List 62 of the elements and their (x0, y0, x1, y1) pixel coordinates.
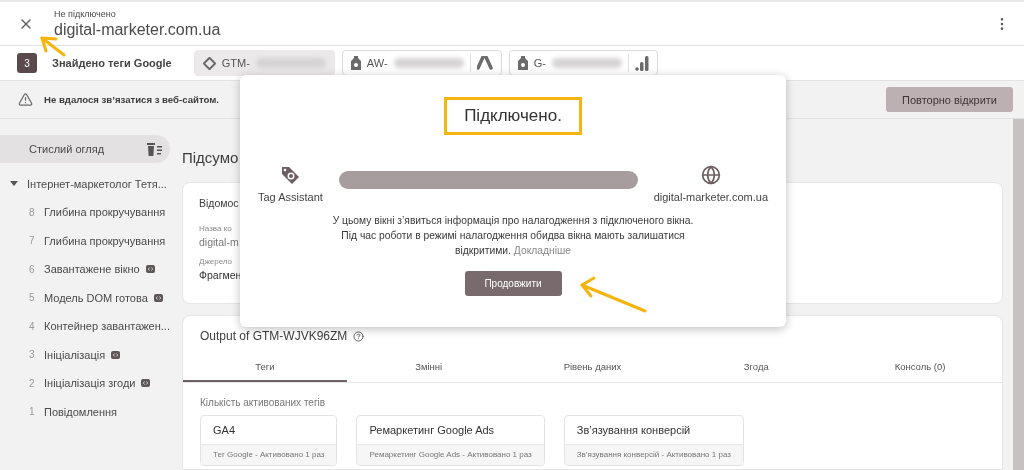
bar-chart-icon (634, 55, 649, 71)
tag-chip[interactable]: G- (508, 50, 658, 76)
warning-message: Не вдалося зв’язатися з веб-сайтом. (44, 94, 220, 105)
tag-detail: Ремаркетинг Google Ads - Активовано 1 раз (357, 444, 544, 465)
field-label: Назва ко (199, 224, 232, 233)
help-icon[interactable] (353, 330, 365, 342)
tag-name: GA4 (212, 423, 236, 438)
scrollbar[interactable] (1013, 119, 1024, 470)
reopen-button[interactable]: Повторно відкрити (886, 87, 1013, 112)
fired-tag-card[interactable]: Ремаркетинг Google Ads Ремаркетинг Google Ads - Активовано 1 раз (356, 415, 545, 466)
field-value: digital-m (199, 236, 239, 248)
output-tab[interactable]: Теги (183, 352, 347, 382)
tree-node[interactable]: Інтернет-маркетолог Тетя... (0, 170, 182, 198)
warning-icon (18, 92, 33, 107)
tag-icon (517, 56, 528, 70)
tag-name: Ремаркетинг Google Ads (368, 423, 496, 438)
caret-icon[interactable] (10, 181, 18, 187)
tag-chip[interactable]: GTM- (193, 50, 335, 76)
site-domain: digital-marketer.com.ua (54, 20, 222, 39)
event-item[interactable]: 5 Модель DOM готова (0, 283, 182, 312)
diamond-icon (202, 56, 216, 70)
tag-icon (350, 56, 361, 70)
output-tab[interactable]: Згода (674, 352, 839, 382)
tag-detail: Зв’язування конверсій - Активовано 1 раз (564, 444, 743, 465)
section-label: Кількість активованих тегів (200, 397, 327, 408)
target-label: digital-marketer.com.ua (653, 191, 768, 203)
redaction-blur (393, 58, 464, 68)
source-label: Tag Assistant (258, 191, 323, 203)
connection-status: Не підключено (54, 8, 117, 19)
event-item[interactable]: 6 Завантажене вікно (0, 255, 182, 284)
event-item[interactable]: 1 Повідомлення (0, 397, 182, 426)
annotation-arrow (40, 36, 66, 57)
output-tab[interactable]: Консоль (0) (838, 352, 1002, 382)
continue-button[interactable]: Продовжити (464, 271, 562, 296)
fired-tag-card[interactable]: Зв’язування конверсій Зв’язування конверсій - Активовано 1 раз (563, 415, 744, 466)
triangle-logo-icon (476, 56, 493, 70)
tag-name: Зв’язування конверсій (575, 423, 692, 438)
event-item[interactable]: 3 Ініціалізація (0, 340, 182, 369)
fired-tag-card[interactable]: GA4 Тег Google - Активовано 1 раз (200, 415, 338, 466)
tag-chip[interactable]: AW- (341, 50, 502, 76)
output-tab[interactable]: Змінні (346, 352, 511, 382)
event-item[interactable]: 4 Контейнер завантажен... (0, 312, 182, 341)
redaction-blur (551, 58, 622, 68)
annotation-arrow (580, 276, 647, 313)
card-title: Відомос (199, 197, 239, 209)
dialog-message: У цьому вікні з’явиться інформація про налагодження з підключеного вікна. Під час роботи в режимі налагодження обидва вікна мають залишатися відкритими. Докладніше (331, 214, 695, 258)
summary-heading: Підсумо (182, 149, 240, 168)
globe-icon (700, 165, 721, 185)
tag-detail: Тег Google - Активовано 1 раз (201, 444, 337, 465)
event-item[interactable]: 8 Глибина прокручування (0, 198, 182, 227)
trash-list-icon (147, 142, 162, 156)
field-label: Джерело (199, 257, 233, 266)
dialog-title: Підключено. (464, 106, 562, 125)
output-tab[interactable]: Рівень даних (510, 352, 675, 382)
event-item[interactable]: 2 Ініціалізація згоди (0, 369, 182, 398)
tag-search-icon (280, 165, 301, 185)
event-item[interactable]: 7 Глибина прокручування (0, 226, 182, 255)
learn-more-link[interactable]: Докладніше (513, 245, 571, 256)
tags-found-label: Знайдено теги Google (52, 57, 172, 69)
summary-nav-item[interactable]: Стислий огляд (0, 135, 170, 163)
output-title: Output of GTM-WJVK96ZM (200, 329, 348, 343)
tag-count-badge: 3 (17, 53, 37, 73)
